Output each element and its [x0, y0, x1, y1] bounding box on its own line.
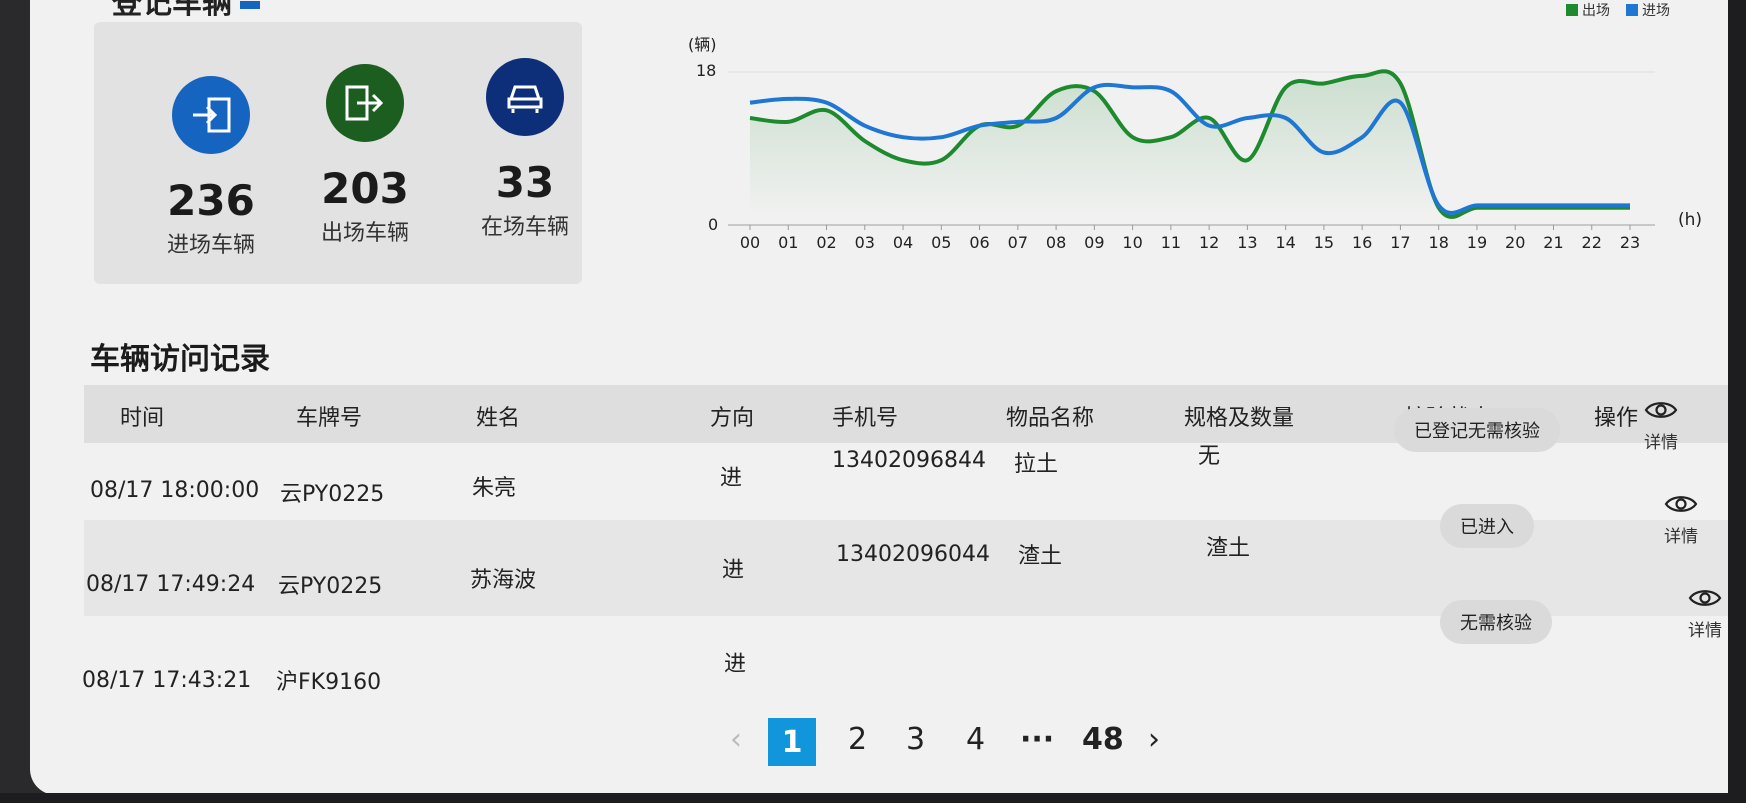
- y-tick-label: 18: [696, 61, 716, 80]
- cell-plate: 云PY0225: [278, 574, 383, 599]
- stat-present: 33 在场车辆: [450, 58, 600, 241]
- x-tick-label: 14: [1275, 233, 1295, 252]
- cell-plate: 沪FK9160: [276, 670, 382, 695]
- col-header-name: 姓名: [476, 406, 521, 431]
- cell-direction: 进: [722, 558, 745, 583]
- car-icon: [486, 58, 564, 136]
- detail-label: 详情: [1688, 621, 1722, 641]
- page-button-current[interactable]: 1: [768, 718, 816, 766]
- exit-icon: [326, 64, 404, 142]
- cell-phone: 13402096044: [836, 542, 990, 567]
- stat-value: 203: [321, 164, 409, 213]
- x-tick-label: 18: [1429, 233, 1449, 252]
- x-tick-label: 02: [816, 233, 836, 252]
- cell-spec: 渣土: [1206, 536, 1251, 561]
- x-tick-label: 07: [1008, 233, 1028, 252]
- device-frame: [1728, 0, 1746, 803]
- cell-item: 拉土: [1014, 452, 1059, 477]
- section-title: 登记车辆: [112, 0, 260, 22]
- stat-value: 33: [495, 158, 555, 207]
- cell-name: 朱亮: [472, 476, 517, 501]
- records-title: 车辆访问记录: [90, 342, 270, 377]
- legend-item-exit: 出场: [1566, 0, 1610, 20]
- next-page-button[interactable]: ›: [1148, 722, 1160, 757]
- detail-label: 详情: [1664, 527, 1698, 547]
- legend-item-enter: 进场: [1626, 0, 1670, 20]
- cell-spec: 无: [1198, 444, 1221, 469]
- device-frame: [0, 793, 1746, 803]
- status-badge: 已登记无需核验: [1394, 408, 1560, 452]
- stat-value: 236: [167, 176, 255, 225]
- y-tick-label: 0: [708, 215, 718, 234]
- stats-panel: 236 进场车辆 203 出场车辆 33 在场车辆: [94, 22, 582, 284]
- x-tick-label: 08: [1046, 233, 1066, 252]
- page-button[interactable]: 2: [848, 722, 867, 757]
- x-tick-label: 21: [1543, 233, 1563, 252]
- col-header-item: 物品名称: [1006, 406, 1095, 431]
- page-ellipsis[interactable]: ···: [1020, 722, 1054, 757]
- detail-button[interactable]: 详情: [1626, 398, 1696, 453]
- stat-label: 进场车辆: [166, 233, 255, 258]
- stat-label: 在场车辆: [480, 215, 569, 240]
- status-badge: 已进入: [1440, 504, 1534, 548]
- x-tick-label: 00: [740, 233, 760, 252]
- title-marker: [240, 0, 260, 9]
- cell-time: 08/17 17:49:24: [86, 572, 256, 597]
- col-header-phone: 手机号: [832, 406, 899, 431]
- x-tick-label: 04: [893, 233, 913, 252]
- cell-plate: 云PY0225: [280, 482, 385, 507]
- cell-direction: 进: [720, 466, 743, 491]
- app-screen: 登记车辆 236 进场车辆 203 出场车辆 33 在场车辆 出场 进场 (辆)…: [30, 0, 1730, 795]
- stat-exited: 203 出场车辆: [290, 64, 440, 247]
- x-tick-label: 05: [931, 233, 951, 252]
- x-tick-label: 11: [1161, 233, 1181, 252]
- x-axis-unit: (h): [1678, 210, 1702, 230]
- x-tick-label: 09: [1084, 233, 1104, 252]
- x-tick-label: 15: [1314, 233, 1334, 252]
- enter-icon: [172, 76, 250, 154]
- cell-time: 08/17 18:00:00: [90, 478, 260, 503]
- eye-icon: [1664, 496, 1698, 512]
- x-tick-label: 12: [1199, 233, 1219, 252]
- cell-item: 渣土: [1018, 544, 1063, 569]
- traffic-line-chart: (辆) 18 0 (h) 00 01 02 03 04 05 06 07 08 09 10 11 12 1…: [688, 35, 1702, 252]
- x-tick-label: 19: [1467, 233, 1487, 252]
- page-button[interactable]: 4: [966, 722, 985, 757]
- x-tick-label: 22: [1582, 233, 1602, 252]
- detail-button[interactable]: 详情: [1670, 586, 1730, 641]
- prev-page-button[interactable]: ‹: [730, 722, 742, 757]
- col-header-plate: 车牌号: [296, 406, 363, 431]
- page-button-last[interactable]: 48: [1082, 722, 1124, 757]
- status-badge: 无需核验: [1440, 600, 1552, 644]
- cell-time: 08/17 17:43:21: [82, 668, 252, 693]
- chart-legend: 出场 进场: [1566, 0, 1670, 20]
- x-tick-label: 03: [855, 233, 875, 252]
- x-tick-label: 16: [1352, 233, 1372, 252]
- cell-direction: 进: [724, 652, 747, 677]
- stat-label: 出场车辆: [320, 221, 409, 246]
- x-tick-label: 13: [1237, 233, 1257, 252]
- page-button[interactable]: 3: [906, 722, 925, 757]
- legend-swatch: [1626, 4, 1638, 16]
- detail-button[interactable]: 详情: [1646, 492, 1716, 547]
- eye-icon: [1688, 590, 1722, 606]
- col-header-time: 时间: [120, 406, 165, 431]
- detail-label: 详情: [1644, 433, 1678, 453]
- x-tick-label: 01: [778, 233, 798, 252]
- eye-icon: [1644, 402, 1678, 418]
- col-header-spec: 规格及数量: [1184, 406, 1295, 431]
- col-header-direction: 方向: [710, 406, 755, 431]
- x-tick-label: 23: [1620, 233, 1640, 252]
- series-area-exit: [750, 71, 1630, 217]
- x-tick-label: 17: [1390, 233, 1410, 252]
- x-tick-label: 06: [969, 233, 989, 252]
- y-axis-unit: (辆): [688, 35, 717, 54]
- x-tick-label: 10: [1122, 233, 1142, 252]
- cell-phone: 13402096844: [832, 448, 986, 473]
- stat-entered: 236 进场车辆: [136, 76, 286, 259]
- x-tick-label: 20: [1505, 233, 1525, 252]
- cell-name: 苏海波: [470, 568, 537, 593]
- legend-swatch: [1566, 4, 1578, 16]
